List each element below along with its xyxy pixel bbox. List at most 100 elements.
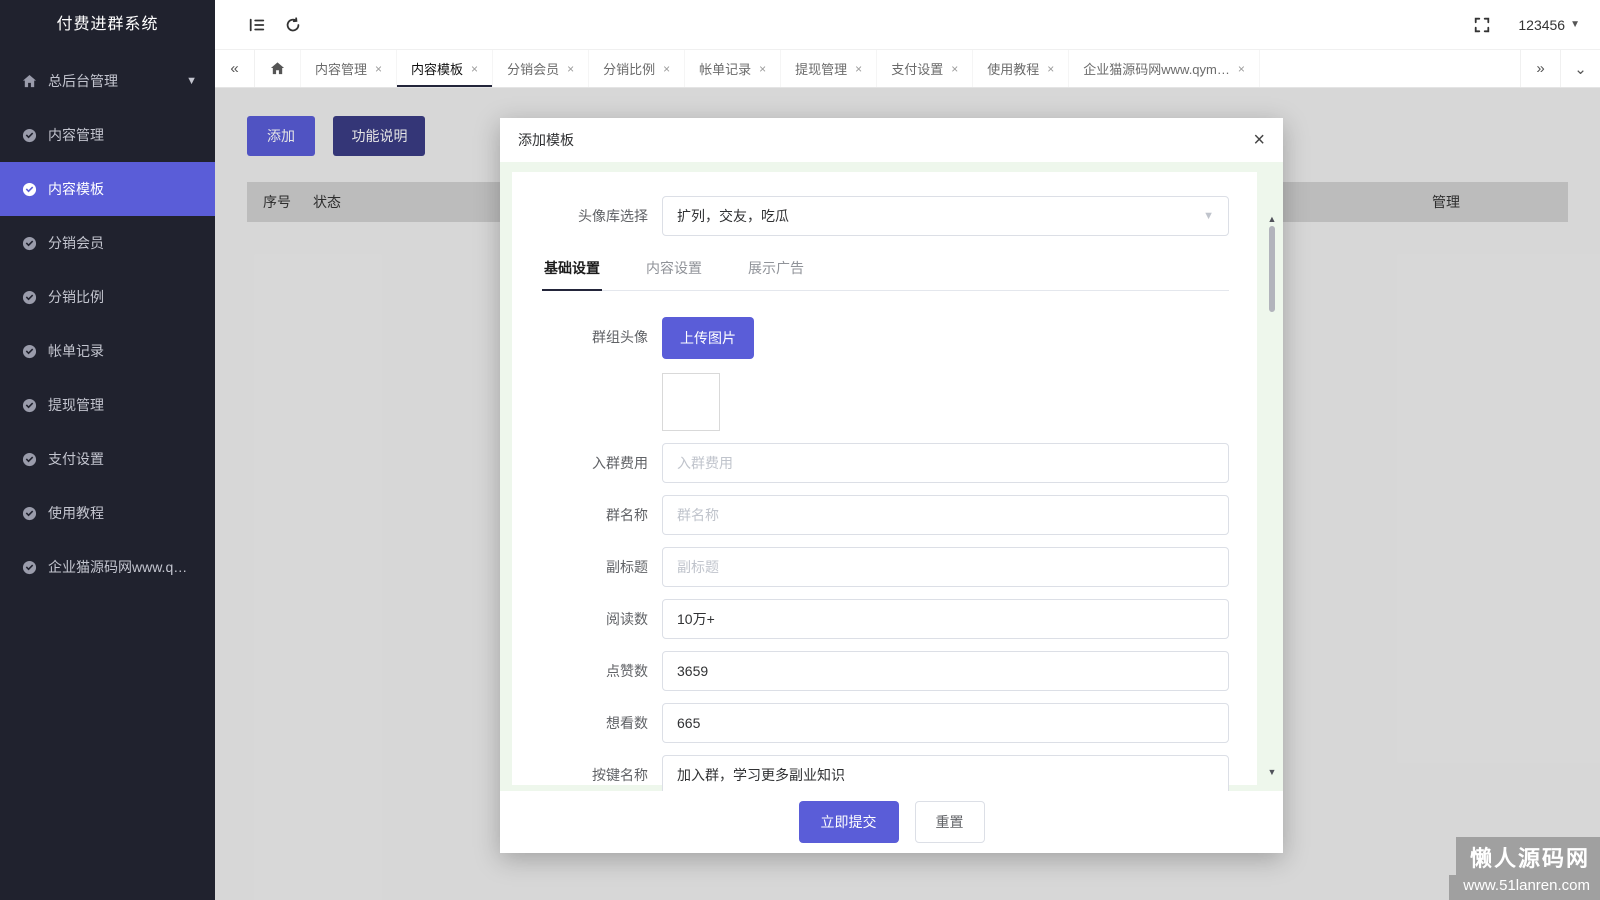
- sidebar-item-label: 提现管理: [48, 395, 104, 415]
- tab-label: 分销会员: [507, 59, 559, 78]
- tabs-scroll-left-button[interactable]: «: [215, 50, 255, 87]
- tab-label: 企业猫源码网www.qym…: [1083, 59, 1230, 78]
- sidebar: 付费进群系统 总后台管理 ▼ 内容管理 内容模板 分销会员: [0, 0, 215, 900]
- sidebar-item-source-site[interactable]: 企业猫源码网www.q…: [0, 540, 215, 594]
- subtitle-row: 副标题: [540, 547, 1229, 587]
- close-icon[interactable]: ×: [567, 62, 574, 76]
- fullscreen-icon[interactable]: [1464, 7, 1500, 43]
- close-icon[interactable]: ×: [1238, 62, 1245, 76]
- top-header: 123456 ▼: [215, 0, 1600, 50]
- tab-bill-record[interactable]: 帐单记录 ×: [685, 50, 781, 87]
- tab-source-site[interactable]: 企业猫源码网www.qym… ×: [1069, 50, 1260, 87]
- tab-label: 支付设置: [891, 59, 943, 78]
- badge-check-icon: [22, 343, 38, 359]
- sidebar-item-label: 企业猫源码网www.q…: [48, 557, 187, 577]
- chevron-down-icon: ▼: [1570, 19, 1580, 30]
- like-count-row: 点赞数: [540, 651, 1229, 691]
- submit-button[interactable]: 立即提交: [799, 801, 899, 843]
- modal-title: 添加模板: [518, 130, 574, 150]
- tab-label: 帐单记录: [699, 59, 751, 78]
- upload-image-button[interactable]: 上传图片: [662, 317, 754, 359]
- close-icon[interactable]: ×: [951, 62, 958, 76]
- want-see-count-input[interactable]: [662, 703, 1229, 743]
- close-icon[interactable]: ×: [375, 62, 382, 76]
- tabs-scroll-right-button[interactable]: »: [1520, 50, 1560, 87]
- avatar-library-row: 头像库选择 扩列，交友，吃瓜 ▼: [540, 196, 1229, 236]
- avatar-library-select[interactable]: 扩列，交友，吃瓜 ▼: [662, 196, 1229, 236]
- sidebar-item-bill-record[interactable]: 帐单记录: [0, 324, 215, 378]
- scroll-down-icon[interactable]: ▼: [1268, 767, 1277, 777]
- tab-display-ads[interactable]: 展示广告: [746, 258, 806, 290]
- close-icon[interactable]: ×: [1253, 130, 1265, 150]
- open-tabs: 内容管理 × 内容模板× 分销会员 × 分销比例× 帐单记录 × 提现管理 × 支付设置…: [301, 50, 1520, 87]
- user-menu[interactable]: 123456 ▼: [1518, 17, 1580, 33]
- read-count-row: 阅读数: [540, 599, 1229, 639]
- tab-tutorial[interactable]: 使用教程×: [973, 50, 1069, 87]
- tab-withdraw-manage[interactable]: 提现管理 ×: [781, 50, 877, 87]
- subtitle-input[interactable]: [662, 547, 1229, 587]
- badge-check-icon: [22, 559, 38, 575]
- sidebar-item-label: 分销比例: [48, 287, 104, 307]
- upload-area: 上传图片: [662, 317, 754, 431]
- tab-label: 提现管理: [795, 59, 847, 78]
- home-icon: [270, 61, 285, 76]
- reset-button[interactable]: 重置: [915, 801, 985, 843]
- watermark-url: www.51lanren.com: [1449, 875, 1600, 900]
- tab-content-settings[interactable]: 内容设置: [644, 258, 704, 290]
- sidebar-item-label: 帐单记录: [48, 341, 104, 361]
- tab-content-template[interactable]: 内容模板×: [397, 50, 493, 87]
- modal-header: 添加模板 ×: [500, 118, 1283, 162]
- tab-label: 内容管理: [315, 59, 367, 78]
- modal-scrollbar: ▲ ▼: [1266, 214, 1278, 777]
- home-tab[interactable]: [255, 50, 301, 87]
- button-name-input[interactable]: [662, 755, 1229, 791]
- username: 123456: [1518, 17, 1565, 33]
- sidebar-item-distributor-ratio[interactable]: 分销比例: [0, 270, 215, 324]
- fee-input[interactable]: [662, 443, 1229, 483]
- tabs-menu-button[interactable]: ⌄: [1560, 50, 1600, 87]
- tab-distributor-ratio[interactable]: 分销比例×: [589, 50, 685, 87]
- badge-check-icon: [22, 235, 38, 251]
- sidebar-item-withdraw-manage[interactable]: 提现管理: [0, 378, 215, 432]
- modal-form: 头像库选择 扩列，交友，吃瓜 ▼ 基础设置 内容设置 展示广告 群组头像 上传图…: [512, 172, 1257, 785]
- modal-footer: 立即提交 重置: [500, 791, 1283, 853]
- sidebar-item-tutorial[interactable]: 使用教程: [0, 486, 215, 540]
- close-icon[interactable]: ×: [471, 62, 478, 76]
- want-see-count-label: 想看数: [540, 703, 648, 743]
- badge-check-icon: [22, 127, 38, 143]
- scrollbar-track[interactable]: [1267, 224, 1277, 767]
- button-name-label: 按键名称: [540, 755, 648, 791]
- button-name-row: 按键名称: [540, 755, 1229, 791]
- tab-basic-settings[interactable]: 基础设置: [542, 258, 602, 290]
- group-avatar-label: 群组头像: [540, 317, 648, 357]
- collapse-sidebar-icon[interactable]: [239, 7, 275, 43]
- sidebar-group-admin[interactable]: 总后台管理 ▼: [0, 54, 215, 108]
- scrollbar-thumb[interactable]: [1269, 226, 1275, 312]
- tab-payment-settings[interactable]: 支付设置 ×: [877, 50, 973, 87]
- group-name-row: 群名称: [540, 495, 1229, 535]
- tab-content-manage[interactable]: 内容管理 ×: [301, 50, 397, 87]
- group-name-input[interactable]: [662, 495, 1229, 535]
- sidebar-group-label: 总后台管理: [48, 71, 118, 91]
- close-icon[interactable]: ×: [663, 62, 670, 76]
- tab-bar: « 内容管理 × 内容模板× 分销会员 × 分销比例× 帐单记录 × 提现管理 × 支付…: [215, 50, 1600, 88]
- like-count-input[interactable]: [662, 651, 1229, 691]
- read-count-input[interactable]: [662, 599, 1229, 639]
- close-icon[interactable]: ×: [759, 62, 766, 76]
- close-icon[interactable]: ×: [855, 62, 862, 76]
- sidebar-item-distributor-member[interactable]: 分销会员: [0, 216, 215, 270]
- tab-distributor-member[interactable]: 分销会员 ×: [493, 50, 589, 87]
- modal-tabs: 基础设置 内容设置 展示广告: [542, 258, 1229, 291]
- sidebar-item-payment-settings[interactable]: 支付设置: [0, 432, 215, 486]
- avatar-preview-placeholder: [662, 373, 720, 431]
- watermark: 懒人源码网 www.51lanren.com: [1449, 837, 1600, 900]
- scroll-up-icon[interactable]: ▲: [1268, 214, 1277, 224]
- badge-check-icon: [22, 181, 38, 197]
- chevron-down-icon: ▼: [1203, 210, 1214, 222]
- sidebar-item-content-template[interactable]: 内容模板: [0, 162, 215, 216]
- sidebar-item-label: 内容模板: [48, 179, 104, 199]
- close-icon[interactable]: ×: [1047, 62, 1054, 76]
- sidebar-item-content-manage[interactable]: 内容管理: [0, 108, 215, 162]
- refresh-icon[interactable]: [275, 7, 311, 43]
- add-template-modal: 添加模板 × 头像库选择 扩列，交友，吃瓜 ▼ 基础设置 内容设置 展示广告 群…: [500, 118, 1283, 853]
